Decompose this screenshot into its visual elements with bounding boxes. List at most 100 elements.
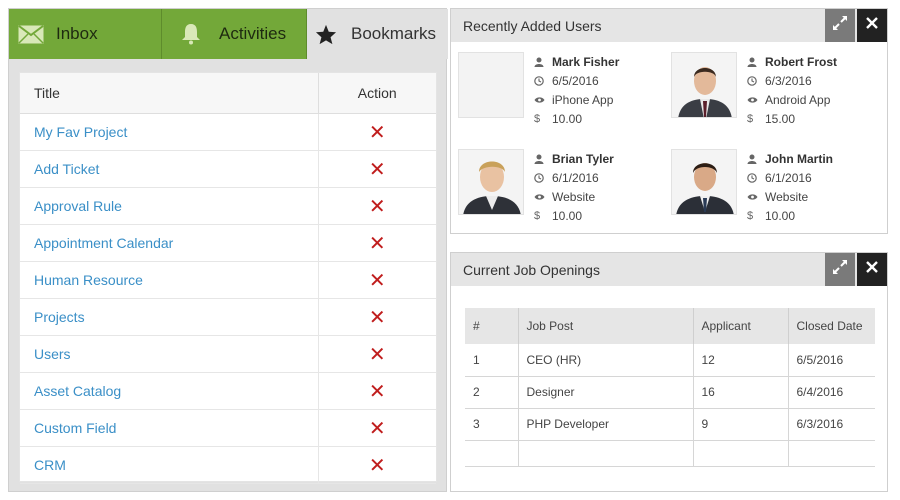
bookmark-link[interactable]: Approval Rule	[34, 198, 122, 214]
eye-icon	[534, 96, 548, 104]
user-amount: 10.00	[765, 208, 796, 223]
table-row: Custom Field ✕	[20, 409, 436, 447]
table-row[interactable]: 1 CEO (HR) 12 6/5/2016	[465, 344, 875, 377]
bookmark-link[interactable]: Appointment Calendar	[34, 235, 173, 251]
user-date: 6/1/2016	[765, 170, 812, 185]
bookmark-link[interactable]: Projects	[34, 309, 85, 325]
person-icon	[534, 154, 548, 164]
bookmark-link[interactable]: Human Resource	[34, 272, 143, 288]
column-header-job-post: Job Post	[518, 308, 694, 344]
user-card[interactable]: Robert Frost 6/3/2016 Android App $15.00	[671, 52, 881, 126]
person-icon	[747, 57, 761, 67]
cell-applicant: 16	[693, 376, 789, 409]
expand-button[interactable]	[825, 9, 855, 42]
user-name: Mark Fisher	[552, 54, 620, 69]
table-row[interactable]: 2 Designer 16 6/4/2016	[465, 376, 875, 409]
bookmark-link[interactable]: Users	[34, 346, 71, 362]
eye-icon	[747, 96, 761, 104]
clock-icon	[534, 172, 548, 183]
column-header-applicant: Applicant	[693, 308, 789, 344]
close-button[interactable]	[857, 253, 887, 286]
star-icon	[315, 24, 337, 45]
avatar	[458, 149, 524, 215]
table-header-row: # Job Post Applicant Closed Date	[465, 308, 875, 344]
cell-empty	[693, 440, 789, 467]
tab-activities[interactable]: Activities	[162, 9, 307, 59]
user-amount: 10.00	[552, 208, 583, 223]
cell-number: 2	[465, 376, 519, 409]
expand-icon	[832, 259, 848, 280]
table-row: Add Ticket ✕	[20, 150, 436, 188]
cell-number: 3	[465, 408, 519, 441]
close-icon	[865, 16, 879, 35]
delete-icon[interactable]: ✕	[369, 194, 386, 218]
delete-icon[interactable]: ✕	[369, 120, 386, 144]
bookmark-link[interactable]: Asset Catalog	[34, 383, 121, 399]
table-header-row: Title Action	[20, 73, 436, 114]
recent-users-panel: Recently Added Users Mark Fisher 6/5/201…	[450, 8, 888, 234]
user-card[interactable]: Brian Tyler 6/1/2016 Website $10.00	[458, 149, 668, 223]
column-header-closed-date: Closed Date	[788, 308, 875, 344]
bookmarks-table: Title Action My Fav Project ✕ Add Ticket ✕…	[20, 73, 436, 484]
delete-icon[interactable]: ✕	[369, 416, 386, 440]
panel-header: Current Job Openings	[451, 253, 887, 286]
table-row[interactable]: 3 PHP Developer 9 6/3/2016	[465, 408, 875, 441]
bookmark-link[interactable]: CRM	[34, 457, 66, 473]
job-openings-panel: Current Job Openings # Job Post Applican…	[450, 252, 888, 492]
bookmarks-panel: Inbox Activities Bookmarks Title Action	[8, 8, 448, 492]
delete-icon[interactable]: ✕	[369, 231, 386, 255]
envelope-icon	[18, 24, 44, 44]
delete-icon[interactable]: ✕	[369, 342, 386, 366]
table-row: Appointment Calendar ✕	[20, 224, 436, 262]
delete-icon[interactable]: ✕	[369, 305, 386, 329]
avatar	[671, 149, 737, 215]
jobs-table: # Job Post Applicant Closed Date 1 CEO (…	[465, 308, 875, 467]
user-date: 6/3/2016	[765, 73, 812, 88]
user-name: Robert Frost	[765, 54, 837, 69]
delete-icon[interactable]: ✕	[369, 268, 386, 292]
dollar-icon: $	[747, 209, 754, 222]
user-name: John Martin	[765, 151, 833, 166]
dollar-icon: $	[534, 209, 541, 222]
bookmark-link[interactable]: Custom Field	[34, 420, 116, 436]
user-card[interactable]: Mark Fisher 6/5/2016 iPhone App $10.00	[458, 52, 668, 126]
dollar-icon: $	[534, 112, 541, 125]
delete-icon[interactable]: ✕	[369, 157, 386, 181]
cell-job-post: PHP Developer	[518, 408, 694, 441]
dollar-icon: $	[747, 112, 754, 125]
cell-empty	[518, 440, 694, 467]
eye-icon	[534, 193, 548, 201]
close-button[interactable]	[857, 9, 887, 42]
table-row: Approval Rule ✕	[20, 187, 436, 225]
delete-icon[interactable]: ✕	[369, 453, 386, 477]
user-source: Website	[765, 189, 809, 204]
cell-applicant: 12	[693, 344, 789, 377]
tab-inbox-label: Inbox	[56, 24, 98, 43]
tab-bookmarks-label: Bookmarks	[351, 24, 437, 43]
avatar	[671, 52, 737, 118]
user-amount: 10.00	[552, 111, 583, 126]
clock-icon	[747, 75, 761, 86]
tab-bar: Inbox Activities Bookmarks	[9, 9, 448, 59]
panel-header: Recently Added Users	[451, 9, 887, 42]
bookmark-link[interactable]: Add Ticket	[34, 161, 99, 177]
table-row: Human Resource ✕	[20, 261, 436, 299]
clock-icon	[747, 172, 761, 183]
bookmark-link[interactable]: My Fav Project	[34, 124, 127, 140]
table-row: Projects ✕	[20, 298, 436, 336]
column-header-number: #	[465, 308, 519, 344]
close-icon	[865, 260, 879, 279]
bell-icon	[181, 23, 201, 45]
column-header-title: Title	[20, 73, 318, 114]
cell-applicant: 9	[693, 408, 789, 441]
user-amount: 15.00	[765, 111, 796, 126]
tab-bookmarks[interactable]: Bookmarks	[307, 9, 448, 59]
tab-inbox[interactable]: Inbox	[9, 9, 162, 59]
user-source: Android App	[765, 92, 831, 107]
user-card[interactable]: John Martin 6/1/2016 Website $10.00	[671, 149, 881, 223]
user-name: Brian Tyler	[552, 151, 614, 166]
expand-button[interactable]	[825, 253, 855, 286]
panel-title: Recently Added Users	[463, 17, 602, 34]
eye-icon	[747, 193, 761, 201]
delete-icon[interactable]: ✕	[369, 379, 386, 403]
